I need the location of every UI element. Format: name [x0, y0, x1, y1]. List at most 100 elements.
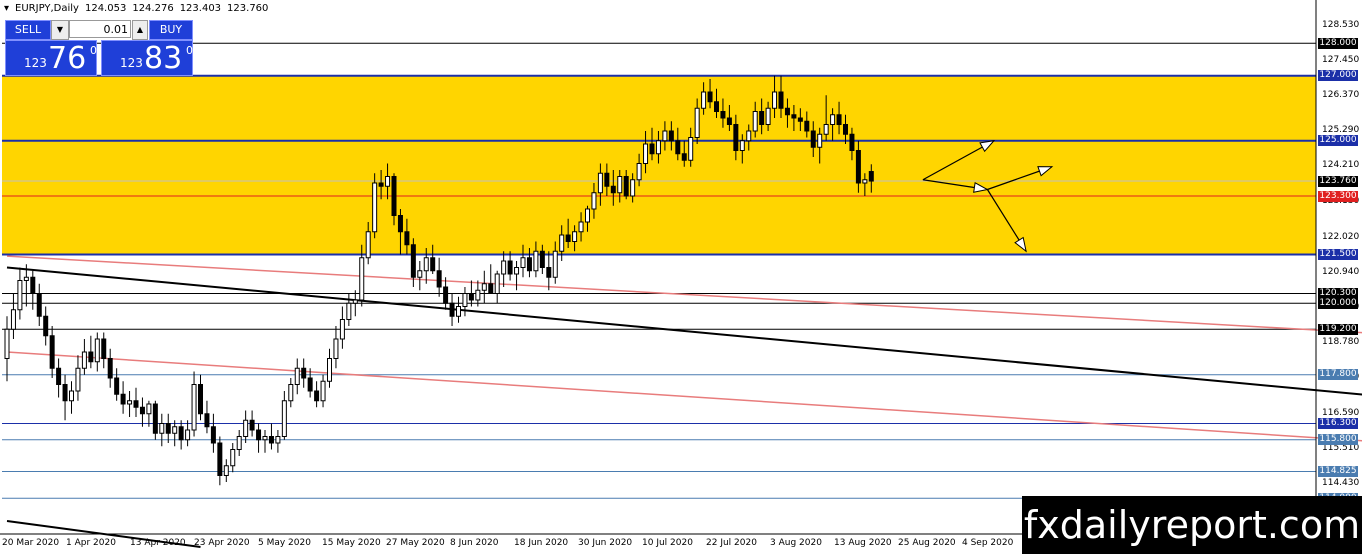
date-tick-label: 20 Mar 2020 — [2, 538, 60, 548]
candle — [243, 419, 249, 437]
candle — [488, 283, 494, 294]
support-resistance-zone — [2, 75, 1316, 255]
candle — [539, 250, 545, 268]
candle — [404, 231, 410, 246]
candle — [314, 390, 320, 402]
candle — [823, 124, 829, 135]
date-tick-label: 1 Apr 2020 — [66, 538, 116, 548]
candle — [481, 283, 487, 291]
buy-button[interactable]: BUY — [149, 20, 193, 40]
candle — [133, 400, 139, 408]
candle — [75, 367, 81, 392]
date-tick-label: 22 Jul 2020 — [706, 538, 757, 548]
one-click-trading-panel: SELL ▼ 0.01 ▲ BUY 123 76 0 123 83 0 — [5, 20, 193, 76]
candle — [604, 172, 610, 187]
candle — [643, 143, 649, 164]
buy-price-pips: 83 — [144, 41, 183, 76]
candle — [410, 244, 416, 278]
candle — [449, 302, 455, 317]
sell-price-prefix: 123 — [24, 56, 47, 70]
date-tick-label: 5 May 2020 — [258, 538, 311, 548]
candle — [172, 426, 178, 434]
candle — [223, 465, 229, 476]
level-price-label: 123.300 — [1318, 190, 1358, 202]
lot-down-arrow-icon[interactable]: ▼ — [51, 20, 69, 40]
candle — [675, 140, 681, 155]
candle — [385, 176, 391, 187]
candle — [630, 179, 636, 197]
candle — [778, 91, 784, 109]
date-tick-label: 25 Aug 2020 — [898, 538, 956, 548]
level-price-label: 115.800 — [1318, 434, 1358, 446]
candle — [210, 426, 216, 444]
candle — [514, 267, 520, 275]
candle — [139, 406, 145, 415]
candle — [804, 120, 810, 132]
lot-up-arrow-icon[interactable]: ▲ — [132, 20, 148, 40]
chart-window[interactable]: ▾ EURJPY,Daily 124.053 124.276 123.403 123.76… — [0, 0, 1362, 554]
candle — [114, 377, 120, 395]
candle — [597, 172, 603, 194]
date-tick-label: 23 Apr 2020 — [194, 538, 250, 548]
candle — [849, 133, 855, 151]
candle — [752, 111, 758, 132]
candle — [701, 91, 707, 109]
candle — [23, 276, 29, 281]
candle — [230, 449, 236, 467]
date-tick-label: 13 Aug 2020 — [834, 538, 892, 548]
candle — [520, 257, 526, 268]
candle — [152, 403, 158, 434]
trendline — [6, 255, 1362, 334]
candle — [372, 182, 378, 233]
sell-price-button[interactable]: 123 76 0 — [5, 40, 97, 76]
low-value: 123.403 — [179, 3, 222, 14]
candle — [397, 215, 403, 233]
candle — [668, 130, 674, 142]
level-price-label: 121.500 — [1318, 249, 1358, 260]
candle — [146, 403, 152, 415]
candle — [185, 429, 191, 441]
candle — [81, 351, 87, 369]
price-tick-label: 114.430 — [1322, 478, 1360, 489]
candle — [817, 133, 823, 148]
candle — [784, 107, 790, 116]
candle — [726, 117, 732, 125]
candle — [501, 260, 507, 275]
candle — [868, 171, 874, 182]
date-tick-label: 15 May 2020 — [322, 538, 381, 548]
candle — [262, 436, 268, 441]
buy-price-prefix: 123 — [120, 56, 143, 70]
open-value: 124.053 — [84, 3, 127, 14]
candle — [707, 91, 713, 103]
candle — [623, 176, 629, 197]
candle — [365, 231, 371, 259]
candle — [636, 163, 642, 181]
price-chart[interactable] — [0, 0, 1362, 554]
candle — [378, 182, 384, 187]
candle — [268, 436, 274, 444]
candle — [101, 338, 107, 359]
candle — [30, 276, 36, 294]
lot-size-input[interactable]: 0.01 — [69, 20, 131, 38]
candle — [830, 114, 836, 125]
candle — [352, 299, 358, 304]
sell-button[interactable]: SELL — [5, 20, 51, 40]
candle — [127, 400, 133, 405]
candle — [339, 319, 345, 340]
candle — [198, 384, 203, 415]
candle — [10, 309, 16, 330]
candle — [327, 358, 332, 382]
candle — [69, 390, 74, 402]
price-tick-label: 122.020 — [1322, 231, 1360, 242]
candle — [681, 153, 687, 161]
candle — [391, 176, 397, 216]
candle — [746, 130, 752, 142]
candle — [159, 423, 165, 434]
level-price-label: 128.000 — [1318, 37, 1358, 49]
sell-price-fraction: 0 — [90, 44, 97, 57]
candle — [43, 315, 49, 337]
candle — [662, 130, 668, 142]
candle — [4, 328, 10, 359]
buy-price-button[interactable]: 123 83 0 — [101, 40, 193, 76]
level-price-label: 117.800 — [1318, 369, 1358, 381]
